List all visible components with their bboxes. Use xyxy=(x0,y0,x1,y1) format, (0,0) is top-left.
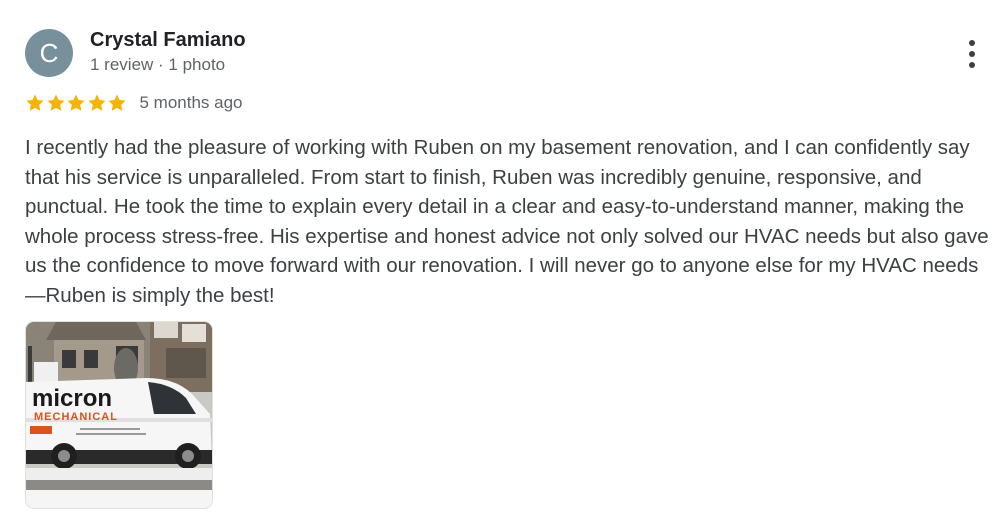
photo-van-image: micron MECHANICAL xyxy=(26,322,212,508)
reviewer-meta: 1 review · 1 photo xyxy=(90,55,226,74)
photo-brand-line1: micron xyxy=(32,385,112,412)
star-icon xyxy=(26,94,44,111)
more-vert-icon-dot xyxy=(969,40,975,46)
photo-brand-line2: MECHANICAL xyxy=(34,411,118,423)
avatar-initial: C xyxy=(39,37,59,68)
review-text: I recently had the pleasure of working w… xyxy=(25,136,989,307)
rating-row: 5 months ago xyxy=(25,93,243,113)
star-rating xyxy=(25,93,128,113)
star-icon xyxy=(47,94,64,111)
more-options-button[interactable] xyxy=(956,36,988,72)
review-photo[interactable]: micron MECHANICAL xyxy=(26,322,212,508)
star-icon xyxy=(88,94,105,111)
avatar[interactable]: C xyxy=(25,29,73,77)
more-vert-icon-dot xyxy=(969,51,975,57)
star-icon xyxy=(108,94,126,111)
star-icon xyxy=(67,94,85,111)
reviewer-name[interactable]: Crystal Famiano xyxy=(90,29,246,52)
more-vert-icon-dot xyxy=(969,62,975,68)
review-time: 5 months ago xyxy=(139,93,243,112)
